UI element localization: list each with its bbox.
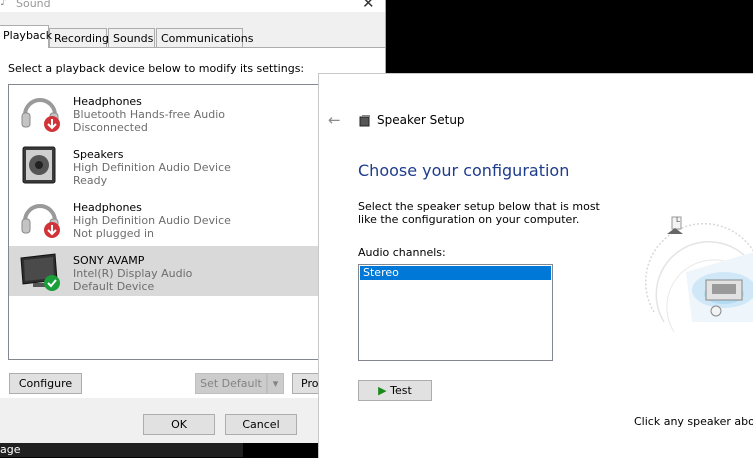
headphones-icon	[21, 98, 60, 132]
speaker-diagram	[644, 216, 753, 333]
audio-channels-list[interactable]: Stereo	[358, 264, 553, 361]
configure-button[interactable]: Configure	[9, 373, 82, 394]
test-button[interactable]: ▶ Test	[358, 380, 432, 401]
device-status: Not plugged in	[73, 227, 155, 240]
tab-sounds[interactable]: Sounds	[108, 28, 155, 47]
tab-bar: Playback Recording Sounds Communications	[0, 25, 385, 48]
device-status: Default Device	[73, 280, 155, 293]
tab-recording[interactable]: Recording	[49, 28, 109, 47]
taskbar-label: age	[0, 443, 243, 457]
audio-channels-label: Audio channels:	[358, 246, 446, 259]
cancel-button[interactable]: Cancel	[225, 414, 297, 435]
device-name: Headphones	[73, 95, 142, 108]
click-speaker-hint: Click any speaker above	[634, 415, 753, 428]
sound-dialog-title: Sound	[16, 0, 51, 10]
close-icon[interactable]: ✕	[362, 0, 375, 12]
speaker-setup-icon	[359, 115, 370, 127]
speaker-icon	[22, 146, 56, 184]
device-status: Disconnected	[73, 121, 148, 134]
set-default-button[interactable]: Set Default	[195, 373, 267, 394]
speaker-left-icon[interactable]	[667, 216, 683, 234]
device-description: High Definition Audio Device	[73, 214, 231, 227]
monitor-icon	[20, 253, 60, 291]
instruction-text: Select a playback device below to modify…	[8, 62, 305, 75]
taskbar-strip	[243, 443, 318, 457]
set-default-dropdown[interactable]: ▾	[267, 373, 284, 394]
device-description: Bluetooth Hands-free Audio	[73, 108, 226, 121]
sound-app-icon: ♪	[0, 0, 7, 8]
tab-playback[interactable]: Playback	[0, 25, 52, 48]
device-name: Speakers	[73, 148, 124, 161]
speaker-setup-window: ← Speaker Setup Choose your configuratio…	[318, 73, 753, 458]
channel-item-stereo[interactable]: Stereo	[360, 266, 551, 280]
device-name: SONY AVAMP	[73, 254, 145, 267]
speaker-setup-title: Speaker Setup	[377, 113, 465, 127]
page-title: Choose your configuration	[358, 161, 570, 180]
config-description: Select the speaker setup below that is m…	[358, 200, 600, 226]
sound-titlebar: ♪ Sound ✕	[0, 0, 385, 12]
ok-button[interactable]: OK	[143, 414, 215, 435]
device-name: Headphones	[73, 201, 142, 214]
device-status: Ready	[73, 174, 108, 187]
back-arrow-icon[interactable]: ←	[328, 111, 341, 129]
test-button-label: Test	[390, 384, 412, 397]
device-description: High Definition Audio Device	[73, 161, 231, 174]
play-icon: ▶	[378, 384, 387, 397]
tab-communications[interactable]: Communications	[156, 28, 253, 47]
speaker-left-label: L	[676, 216, 680, 224]
chevron-down-icon: ▾	[272, 377, 279, 390]
device-description: Intel(R) Display Audio	[73, 267, 193, 280]
headphones-icon	[21, 204, 60, 238]
